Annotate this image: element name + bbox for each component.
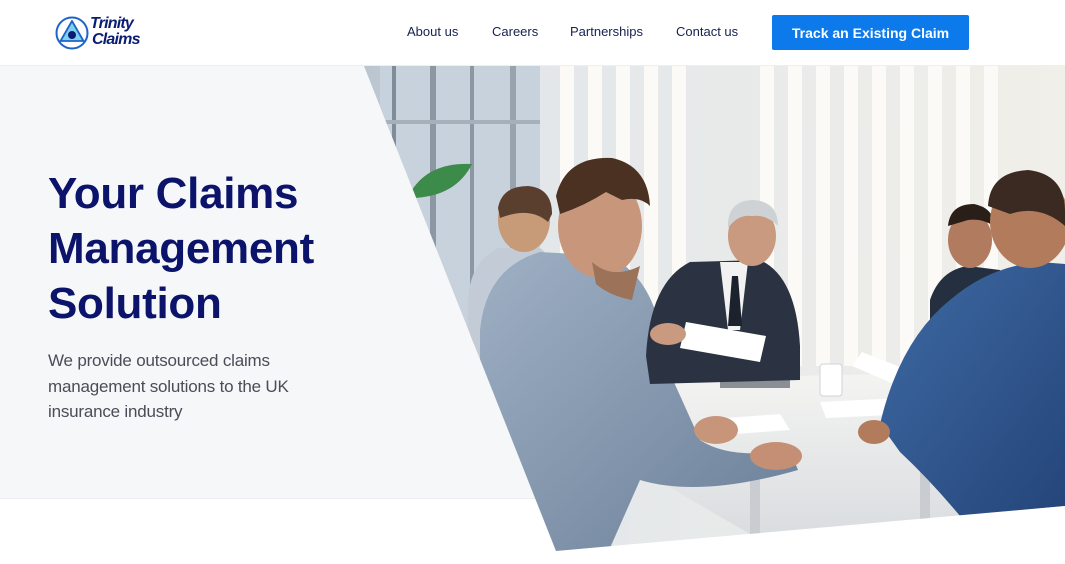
nav-careers[interactable]: Careers: [492, 24, 538, 39]
trinity-claims-logo[interactable]: Trinity Claims: [55, 14, 155, 52]
hero-subtitle: We provide outsourced claims management …: [48, 351, 289, 421]
track-claim-button[interactable]: Track an Existing Claim: [772, 15, 969, 50]
hero-title-line: Management: [48, 224, 314, 273]
logo-wordmark: Trinity Claims: [90, 16, 156, 48]
hero-title-line: Solution: [48, 279, 222, 328]
logo-line-2: Claims: [92, 31, 140, 48]
logo-line-1: Trinity: [90, 15, 134, 32]
hero-divider: [0, 498, 560, 499]
logo-triangle-icon: [55, 16, 89, 50]
hero-title-line: Your Claims: [48, 169, 299, 218]
nav-contact-us[interactable]: Contact us: [676, 24, 738, 39]
site-header: Trinity Claims About us Careers Partners…: [0, 0, 1065, 66]
page: Trinity Claims About us Careers Partners…: [0, 0, 1065, 564]
nav-partnerships[interactable]: Partnerships: [570, 24, 643, 39]
hero-title: Your Claims Management Solution: [48, 166, 408, 331]
nav-about-us[interactable]: About us: [407, 24, 458, 39]
